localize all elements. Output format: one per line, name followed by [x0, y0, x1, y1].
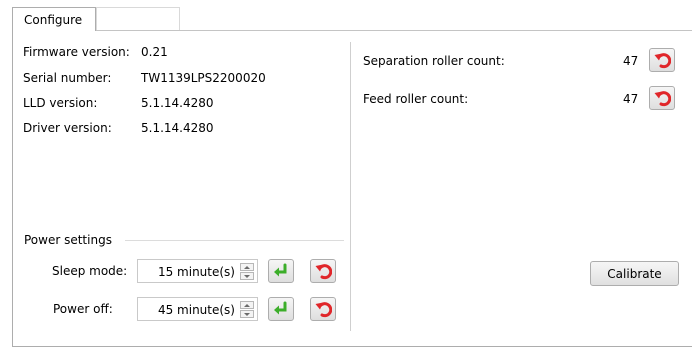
separation-roller-value: 47 [623, 54, 639, 68]
configure-panel [12, 30, 692, 347]
feed-roller-label: Feed roller count: [363, 92, 469, 106]
driver-version-label: Driver version: [23, 121, 112, 135]
power-off-up-button[interactable] [240, 301, 254, 309]
separation-roller-reset-button[interactable] [649, 48, 675, 72]
lld-version-label: LLD version: [23, 96, 98, 110]
serial-number-value: TW1139LPS2200020 [141, 71, 266, 85]
chevron-up-icon [244, 266, 250, 269]
power-off-value: 45 minute(s) [157, 303, 235, 317]
sleep-mode-label: Sleep mode: [52, 264, 128, 278]
chevron-down-icon [244, 313, 250, 316]
power-off-arrows [240, 301, 254, 318]
power-off-spinner[interactable]: 45 minute(s) [137, 297, 258, 321]
sleep-mode-spinner[interactable]: 15 minute(s) [137, 259, 258, 283]
chevron-down-icon [244, 275, 250, 278]
column-divider [350, 42, 351, 331]
power-settings-separator [125, 240, 344, 241]
tab-strip: Configure [0, 0, 692, 31]
red-undo-arrow-icon [315, 302, 332, 318]
firmware-version-label: Firmware version: [23, 45, 130, 59]
power-off-apply-button[interactable] [268, 297, 294, 321]
feed-roller-value: 47 [623, 92, 639, 106]
power-off-reset-button[interactable] [310, 297, 336, 321]
sleep-mode-arrows [240, 263, 254, 280]
tab-placeholder [96, 7, 180, 31]
lld-version-value: 5.1.14.4280 [141, 96, 214, 110]
tab-configure[interactable]: Configure [12, 7, 96, 31]
sleep-mode-down-button[interactable] [240, 272, 254, 280]
green-return-arrow-icon [274, 263, 287, 277]
green-return-arrow-icon [274, 301, 287, 315]
serial-number-label: Serial number: [23, 71, 112, 85]
firmware-version-value: 0.21 [141, 45, 168, 59]
red-undo-arrow-icon [315, 264, 332, 280]
power-settings-heading: Power settings [24, 233, 112, 247]
sleep-mode-reset-button[interactable] [310, 259, 336, 283]
separation-roller-label: Separation roller count: [363, 54, 505, 68]
driver-version-value: 5.1.14.4280 [141, 121, 214, 135]
red-undo-arrow-icon [654, 53, 671, 69]
chevron-up-icon [244, 304, 250, 307]
power-off-down-button[interactable] [240, 310, 254, 318]
feed-roller-reset-button[interactable] [649, 86, 675, 110]
calibrate-button[interactable]: Calibrate [590, 261, 679, 286]
sleep-mode-up-button[interactable] [240, 263, 254, 271]
power-off-label: Power off: [53, 302, 113, 316]
tab-configure-label: Configure [24, 13, 83, 27]
red-undo-arrow-icon [654, 91, 671, 107]
sleep-mode-apply-button[interactable] [268, 259, 294, 283]
sleep-mode-value: 15 minute(s) [157, 265, 235, 279]
